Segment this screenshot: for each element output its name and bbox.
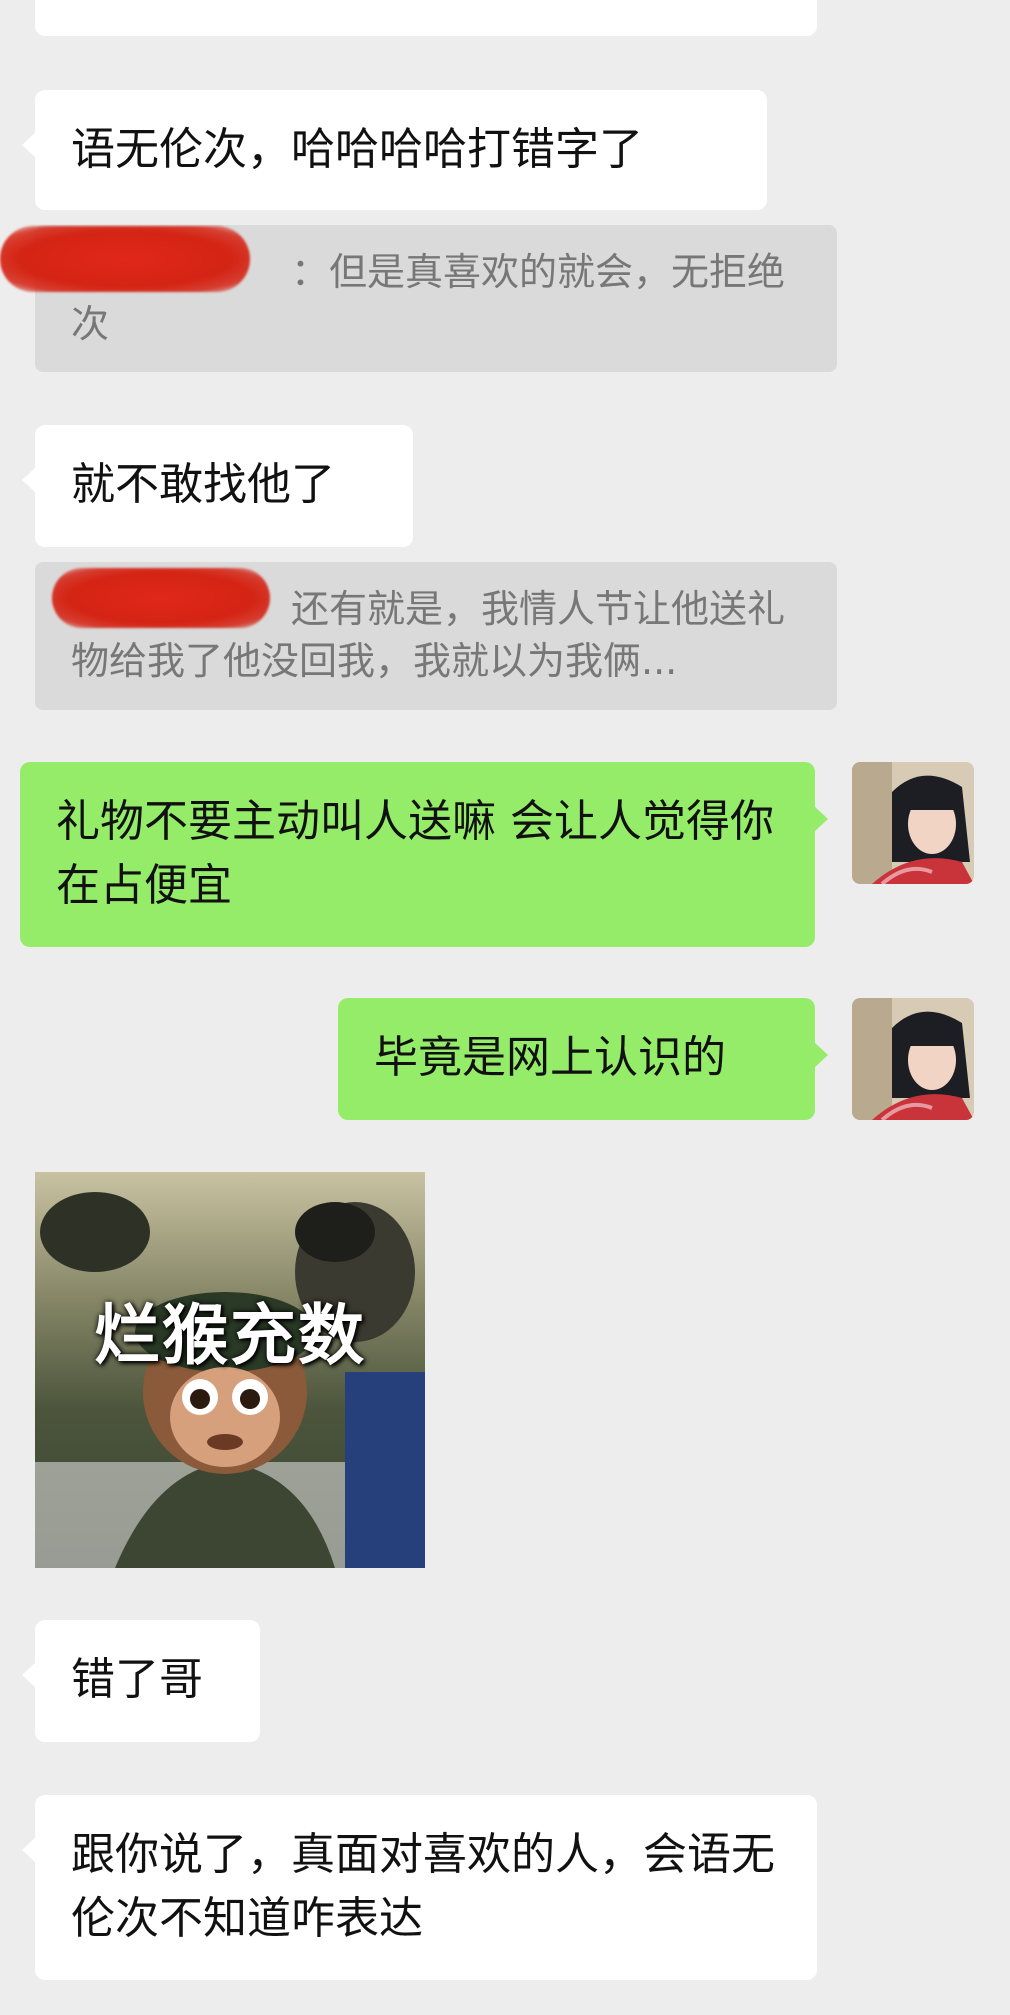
incoming-message[interactable]: 就不敢找他了 xyxy=(22,425,413,547)
user-avatar[interactable] xyxy=(852,998,974,1120)
avatar-photo-icon xyxy=(852,762,974,884)
avatar-photo-icon xyxy=(852,998,974,1120)
incoming-message[interactable]: 语无伦次，哈哈哈哈打错字了 xyxy=(22,90,767,210)
partial-message-bubble[interactable] xyxy=(35,0,817,36)
outgoing-message[interactable]: 礼物不要主动叫人送嘛 会让人觉得你在占便宜 xyxy=(20,762,828,947)
message-text: 毕竟是网上认识的 xyxy=(374,1032,726,1083)
quote-separator: ： xyxy=(291,250,330,294)
redacted-name-mark xyxy=(52,568,270,628)
message-text: 错了哥 xyxy=(71,1654,203,1705)
incoming-message[interactable]: 跟你说了，真面对喜欢的人，会语无伦次不知道咋表达 xyxy=(22,1795,817,1980)
sticker-caption: 烂猴充数 xyxy=(94,1297,366,1374)
message-text: 跟你说了，真面对喜欢的人，会语无伦次不知道咋表达 xyxy=(71,1829,775,1944)
message-text: 语无伦次，哈哈哈哈打错字了 xyxy=(71,124,643,175)
user-avatar[interactable] xyxy=(852,762,974,884)
monkey-sticker-image[interactable]: 烂猴充数 xyxy=(35,1172,425,1568)
redacted-name-mark xyxy=(0,226,250,292)
message-text: 就不敢找他了 xyxy=(71,459,335,510)
outgoing-message[interactable]: 毕竟是网上认识的 xyxy=(338,998,828,1120)
message-text: 礼物不要主动叫人送嘛 会让人觉得你在占便宜 xyxy=(56,796,774,911)
incoming-message[interactable]: 错了哥 xyxy=(22,1620,260,1742)
